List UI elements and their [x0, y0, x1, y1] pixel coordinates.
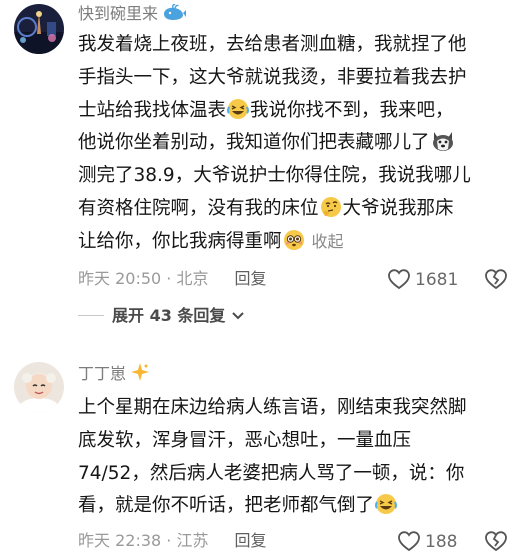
- comment-text: 有资格住院啊，没有我的床位: [78, 197, 319, 219]
- like-count: 188: [425, 532, 458, 552]
- comment-text: 让给你，你比我病得重啊: [78, 230, 282, 252]
- dislike-button-1[interactable]: [483, 267, 509, 295]
- laughing-tears-emoji-icon: [375, 493, 398, 515]
- avatar-user-1[interactable]: [14, 4, 64, 54]
- comment-line: 手指头一下，这大爷就说我烫，非要拉着我去护: [78, 66, 467, 88]
- comment-location: 江苏: [176, 531, 209, 550]
- comment-line: 让给你，你比我病得重啊 收起: [78, 226, 510, 259]
- husky-dog-emoji-icon: [431, 130, 453, 152]
- dot-separator: ·: [161, 531, 177, 550]
- comment-location: 北京: [176, 269, 209, 288]
- comment-line: 看，就是你不听话，把老师都气倒了: [78, 490, 510, 523]
- comment-text: 我说你找不到，我来吧，: [250, 99, 454, 121]
- reply-button[interactable]: 回复: [234, 531, 266, 550]
- flushed-face-emoji-icon: [283, 229, 305, 251]
- expand-replies-label: 展开 43 条回复: [112, 306, 226, 325]
- broken-heart-icon: [483, 269, 509, 295]
- username-text: 丁丁崽: [78, 364, 127, 383]
- collapse-link[interactable]: 收起: [312, 232, 344, 251]
- reply-button[interactable]: 回复: [234, 269, 266, 288]
- dislike-button-2[interactable]: [483, 529, 509, 557]
- comment-text: 大爷说我那床: [342, 197, 454, 219]
- comment-text: 士站给我找体温表: [78, 99, 227, 121]
- like-button-2[interactable]: 188: [397, 530, 457, 553]
- broken-heart-icon: [483, 531, 509, 557]
- username-text: 快到碗里来: [78, 4, 159, 23]
- username-2[interactable]: 丁丁崽: [78, 362, 150, 388]
- comment-body-1: 我发着烧上夜班，去给患者测血糖，我就捏了他 手指头一下，这大爷就说我烫，非要拉着…: [78, 29, 510, 259]
- dot-separator: ·: [161, 269, 177, 288]
- comment-text: 他说你坐着别动，我知道你们把表藏哪儿了: [78, 132, 430, 154]
- sparkle-icon: [130, 362, 150, 388]
- chevron-down-icon: [231, 305, 245, 327]
- comment-line: 有资格住院啊，没有我的床位 大爷说我那床: [78, 193, 510, 226]
- like-count: 1681: [415, 270, 459, 290]
- comment-meta-2: 昨天 22:38 · 江苏 回复: [78, 530, 267, 552]
- comment-meta-1: 昨天 20:50 · 北京 回复: [78, 268, 267, 290]
- comment-time: 昨天 20:50: [78, 269, 162, 288]
- laughing-tears-emoji-icon: [227, 98, 250, 120]
- username-1[interactable]: 快到碗里来: [78, 3, 187, 28]
- comment-line: 士站给我找体温表 我说你找不到，我来吧，: [78, 95, 510, 128]
- comment-text: 看，就是你不听话，把老师都气倒了: [78, 495, 375, 517]
- like-button-1[interactable]: 1681: [387, 268, 458, 291]
- avatar-user-2[interactable]: [14, 362, 64, 412]
- comment-line: 74/52，然后病人老婆把病人骂了一顿，说：你: [78, 462, 465, 484]
- comment-line: 他说你坐着别动，我知道你们把表藏哪儿了: [78, 127, 510, 160]
- thinking-face-emoji-icon: [320, 196, 342, 218]
- comment-line: 我发着烧上夜班，去给患者测血糖，我就捏了他: [78, 34, 467, 55]
- expand-replies-button[interactable]: 展开 43 条回复: [78, 305, 245, 327]
- comment-time: 昨天 22:38: [78, 531, 162, 550]
- whale-icon: [162, 3, 187, 28]
- comment-line: 底发软，浑身冒汗，恶心想吐，一量血压: [78, 429, 412, 451]
- heart-icon: [397, 531, 425, 552]
- comment-line: 上个星期在床边给病人练言语，刚结束我突然脚: [78, 397, 467, 418]
- comment-body-2: 上个星期在床边给病人练言语，刚结束我突然脚 底发软，浑身冒汗，恶心想吐，一量血压…: [78, 392, 510, 523]
- comment-line: 测完了38.9，大爷说护士你得住院，我说我哪儿: [78, 165, 471, 187]
- divider-line: [78, 315, 104, 316]
- heart-icon: [387, 269, 415, 290]
